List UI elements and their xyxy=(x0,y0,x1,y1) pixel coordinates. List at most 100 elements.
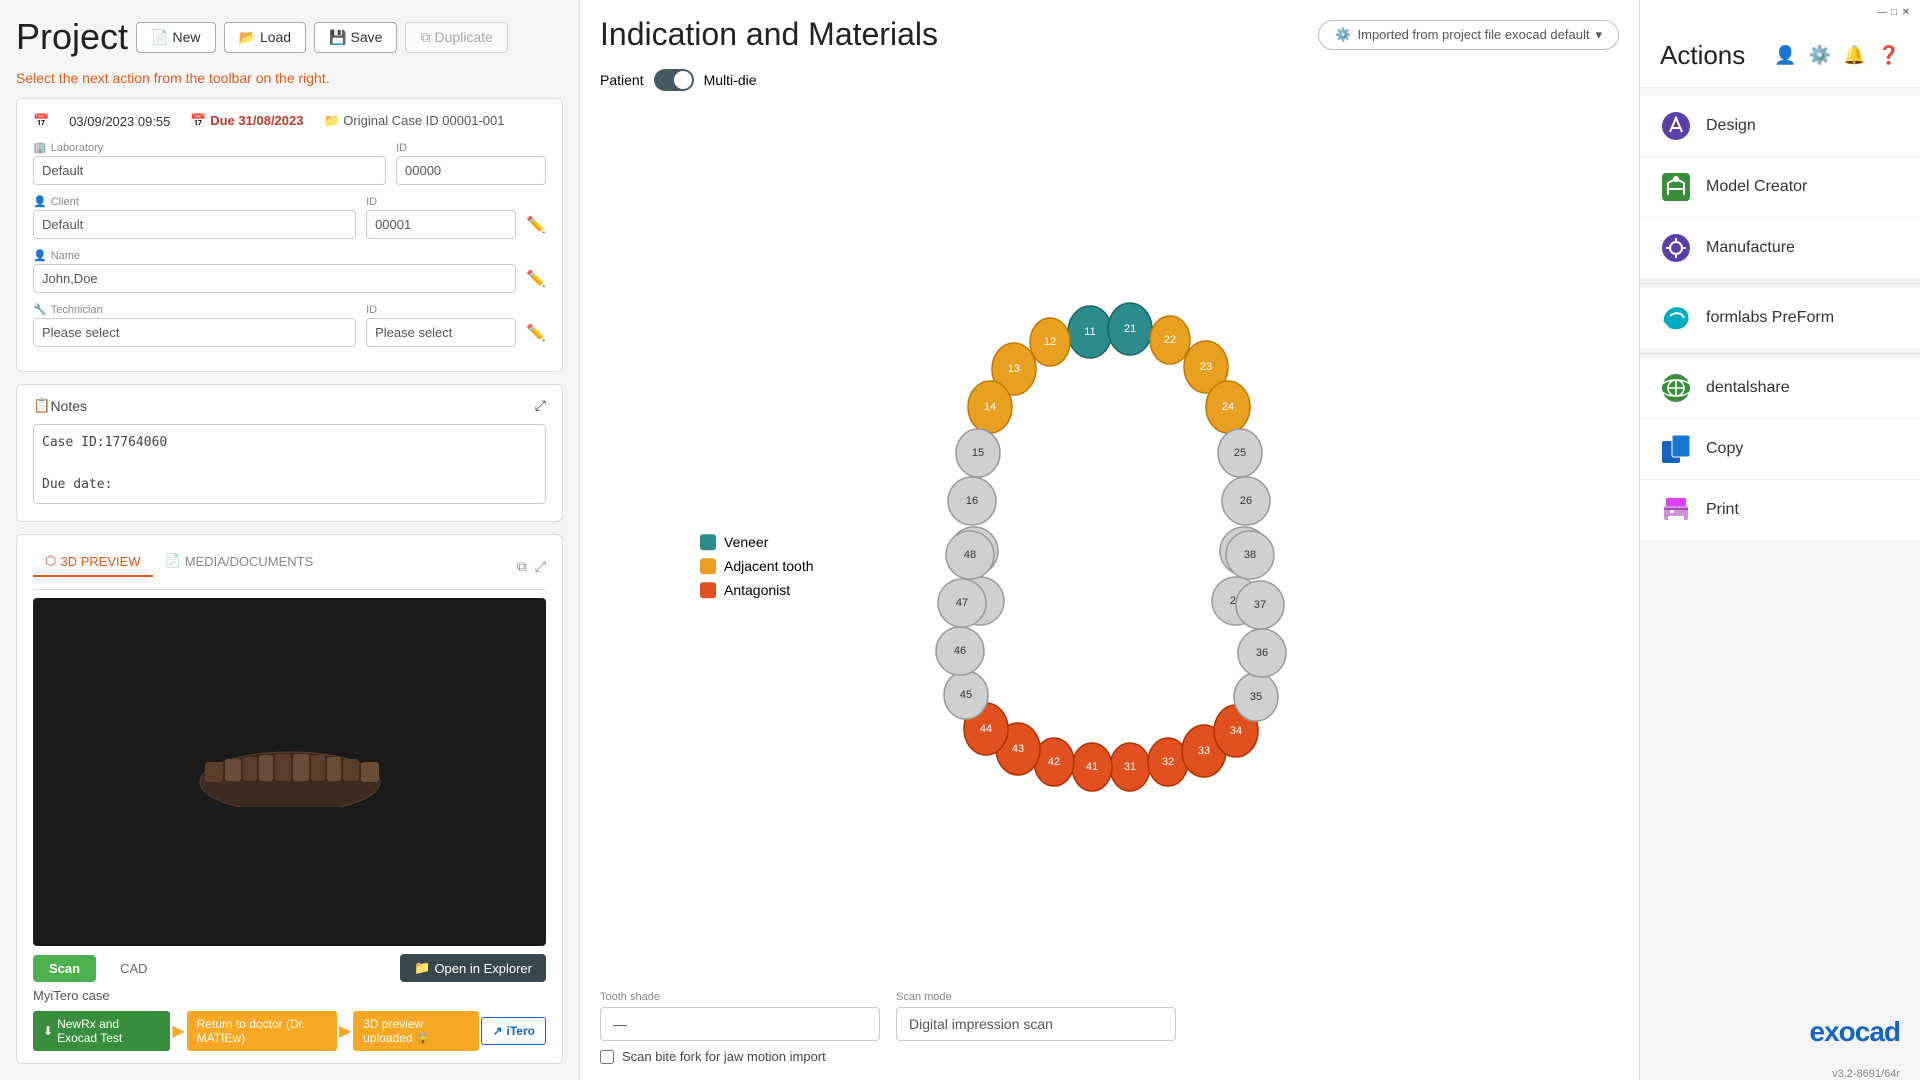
client-id-select[interactable]: 00001 xyxy=(366,210,516,239)
tooth-16[interactable]: 16 xyxy=(948,477,996,525)
action-item-design[interactable]: Design xyxy=(1640,96,1920,157)
tooth-22[interactable]: 22 xyxy=(1150,316,1190,364)
action-item-formlabs[interactable]: formlabs PreForm xyxy=(1640,288,1920,349)
maximize-button[interactable]: □ xyxy=(1888,6,1900,18)
cad-button[interactable]: CAD xyxy=(104,955,163,982)
open-explorer-button[interactable]: 📁 Open in Explorer xyxy=(400,954,546,982)
cube-icon: ⬡ xyxy=(45,553,56,569)
dental-chart-container: Veneer Adjacent tooth Antagonist 11 xyxy=(600,103,1619,991)
tooth-35[interactable]: 35 xyxy=(1234,673,1278,721)
svg-text:26: 26 xyxy=(1239,495,1251,507)
print-label: Print xyxy=(1706,501,1739,519)
new-button[interactable]: 📄 New xyxy=(136,22,215,53)
svg-text:34: 34 xyxy=(1229,725,1241,737)
close-button[interactable]: ✕ xyxy=(1900,6,1912,18)
settings-icon[interactable]: ⚙️ xyxy=(1809,45,1831,66)
header-icons: 👤 ⚙️ 🔔 ❓ xyxy=(1774,45,1900,66)
tab-media-documents[interactable]: 📄 MEDIA/DOCUMENTS xyxy=(153,547,326,577)
scan-bite-label: Scan bite fork for jaw motion import xyxy=(622,1049,826,1064)
tooth-45[interactable]: 45 xyxy=(944,671,988,719)
action-item-model-creator[interactable]: Model Creator xyxy=(1640,157,1920,218)
tooth-12[interactable]: 12 xyxy=(1030,318,1070,366)
wf-itero-btn[interactable]: ↗ iTero xyxy=(481,1017,546,1045)
laboratory-id-select[interactable]: 00000 xyxy=(396,156,546,185)
tooth-shade-select[interactable]: — xyxy=(600,1007,880,1041)
load-button[interactable]: 📂 Load xyxy=(224,22,307,53)
tooth-26[interactable]: 26 xyxy=(1222,477,1270,525)
design-icon xyxy=(1660,110,1692,142)
user-icon[interactable]: 👤 xyxy=(1774,45,1796,66)
tooth-25[interactable]: 25 xyxy=(1218,429,1262,477)
scan-button[interactable]: Scan xyxy=(33,955,96,982)
action-item-copy[interactable]: Copy xyxy=(1640,419,1920,480)
tooth-11[interactable]: 11 xyxy=(1068,306,1112,358)
tooth-14[interactable]: 14 xyxy=(968,381,1012,433)
notes-title: Notes xyxy=(50,398,87,414)
wf-step-1[interactable]: ⬇ NewRx and Exocad Test xyxy=(33,1011,170,1051)
help-icon[interactable]: ❓ xyxy=(1878,45,1900,66)
client-select[interactable]: Default xyxy=(33,210,356,239)
preview-expand-icon[interactable]: ⤢ xyxy=(535,558,546,575)
save-button[interactable]: 💾 Save xyxy=(314,22,397,53)
tooth-24[interactable]: 24 xyxy=(1206,381,1250,433)
wf-step-2[interactable]: Return to doctor (Dr. MATIEw) xyxy=(187,1011,337,1051)
tooth-36[interactable]: 36 xyxy=(1238,629,1286,677)
due-date-indicator: 📅 Due 31/08/2023 xyxy=(190,113,303,129)
exocad-logo: exocad xyxy=(1640,996,1920,1068)
tooth-15[interactable]: 15 xyxy=(956,429,1000,477)
notification-icon[interactable]: 🔔 xyxy=(1843,45,1865,66)
doc-icon: 📄 xyxy=(165,553,181,569)
technician-select[interactable]: Please select xyxy=(33,318,356,347)
duplicate-button[interactable]: ⧉ Duplicate xyxy=(405,22,507,53)
tooth-46[interactable]: 46 xyxy=(936,627,984,675)
svg-text:16: 16 xyxy=(965,495,977,507)
right-header: Actions 👤 ⚙️ 🔔 ❓ xyxy=(1640,24,1920,88)
legend-veneer: Veneer xyxy=(700,534,814,550)
tooth-41[interactable]: 41 xyxy=(1072,743,1112,791)
bottom-selects: Tooth shade — Scan mode Digital impressi… xyxy=(600,991,1619,1041)
svg-text:43: 43 xyxy=(1011,743,1023,755)
legend-adjacent: Adjacent tooth xyxy=(700,558,814,574)
preview-windowed-icon[interactable]: ⧉ xyxy=(517,558,527,575)
scan-mode-select[interactable]: Digital impression scan xyxy=(896,1007,1176,1041)
explorer-icon: 📁 xyxy=(414,960,430,976)
minimize-button[interactable]: — xyxy=(1876,6,1888,18)
tooth-38[interactable]: 38 xyxy=(1226,531,1274,579)
expand-notes-icon[interactable]: ⤢ xyxy=(535,397,546,414)
tooth-21[interactable]: 21 xyxy=(1108,303,1152,355)
name-select[interactable]: John,Doe xyxy=(33,264,516,293)
name-label: 👤 Name xyxy=(33,249,516,262)
action-item-print[interactable]: Print xyxy=(1640,480,1920,541)
download-icon: ⬇ xyxy=(43,1024,53,1038)
import-button[interactable]: ⚙️ Imported from project file exocad def… xyxy=(1318,20,1619,50)
scan-bite-checkbox[interactable] xyxy=(600,1050,614,1064)
tooth-48[interactable]: 48 xyxy=(946,531,994,579)
tooth-31[interactable]: 31 xyxy=(1110,743,1150,791)
antagonist-color xyxy=(700,582,716,598)
client-id-label: ID xyxy=(366,196,516,208)
external-link-icon: ↗ xyxy=(492,1024,502,1038)
manufacture-label: Manufacture xyxy=(1706,239,1795,257)
version-text: v3.2-8691/64r xyxy=(1640,1068,1920,1080)
save-icon: 💾 xyxy=(329,29,346,46)
divider-2 xyxy=(1640,353,1920,354)
patient-toggle[interactable] xyxy=(654,69,694,91)
tab-3d-preview[interactable]: ⬡ 3D PREVIEW xyxy=(33,547,153,577)
notes-textarea[interactable]: Case ID:17764060 Due date: xyxy=(33,424,546,504)
technician-id-select[interactable]: Please select xyxy=(366,318,516,347)
client-icon: 👤 xyxy=(33,195,47,208)
spacer xyxy=(1640,549,1920,996)
technician-edit-icon[interactable]: ✏️ xyxy=(526,323,546,347)
wf-step-3[interactable]: 3D preview uploaded 🔒 xyxy=(353,1011,479,1051)
indication-title: Indication and Materials xyxy=(600,16,938,53)
client-edit-icon[interactable]: ✏️ xyxy=(526,215,546,239)
laboratory-select[interactable]: Default xyxy=(33,156,386,185)
tooth-47[interactable]: 47 xyxy=(938,579,986,627)
action-item-manufacture[interactable]: Manufacture xyxy=(1640,218,1920,279)
action-item-dentalshare[interactable]: dentalshare xyxy=(1640,358,1920,419)
wf-arrow-1: ▶ xyxy=(172,1021,184,1041)
adjacent-label: Adjacent tooth xyxy=(724,558,814,574)
svg-text:37: 37 xyxy=(1253,599,1265,611)
tooth-37[interactable]: 37 xyxy=(1236,581,1284,629)
name-edit-icon[interactable]: ✏️ xyxy=(526,269,546,293)
